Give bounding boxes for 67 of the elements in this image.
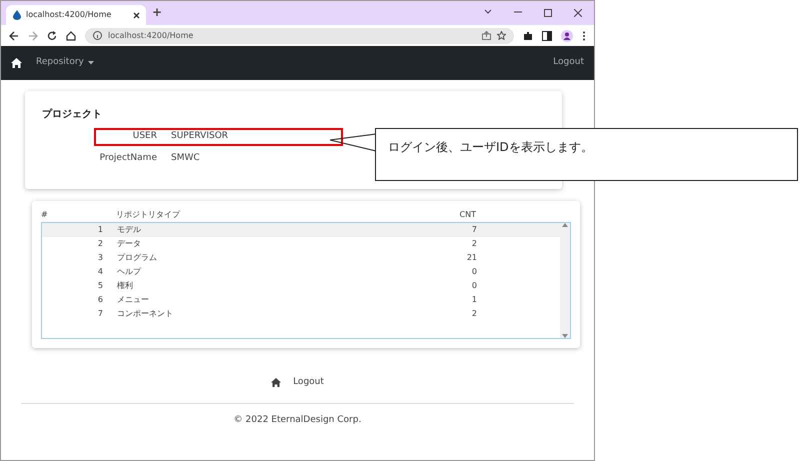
type-cell-text: プログラム <box>117 252 158 264</box>
caret-icon <box>88 61 94 65</box>
copyright-text: © 2022 EternalDesign Corp. <box>232 414 362 426</box>
row-number: 6 <box>96 294 104 306</box>
star-icon[interactable] <box>497 31 506 40</box>
scroll-up-icon[interactable] <box>562 223 568 227</box>
count-cell-text: 0 <box>470 280 477 292</box>
reload-icon[interactable] <box>47 30 57 40</box>
count-cell-text: 21 <box>466 252 477 264</box>
type-cell-text: ヘルプ <box>117 266 142 278</box>
chevron-down-icon[interactable] <box>484 9 492 15</box>
more-icon[interactable] <box>582 30 586 40</box>
site-icon <box>12 10 21 20</box>
browser-tab[interactable]: localhost:4200/Home <box>6 5 146 25</box>
close-icon[interactable] <box>133 12 140 18</box>
table-row[interactable]: 2 データ 2 <box>42 237 560 251</box>
field-value: SMWC <box>171 152 200 166</box>
row-number: 3 <box>96 252 104 264</box>
profile-icon[interactable] <box>561 30 573 42</box>
scroll-down-icon[interactable] <box>562 334 568 338</box>
table-row[interactable]: 6 メニュー 1 <box>42 293 560 307</box>
home-icon[interactable] <box>271 378 282 388</box>
home-icon[interactable] <box>11 58 22 68</box>
sidebar-icon[interactable] <box>542 30 552 40</box>
repository-dropdown[interactable]: Repository <box>36 56 94 70</box>
table-row[interactable]: 3 プログラム 21 <box>42 251 560 265</box>
type-cell-text: メニュー <box>117 294 150 306</box>
type-cell-text: データ <box>117 238 142 250</box>
table-row[interactable]: 5 権利 0 <box>42 279 560 293</box>
table-row[interactable]: 1 モデル 7 <box>42 223 560 237</box>
logout-link[interactable]: Logout <box>553 56 584 70</box>
row-number: 4 <box>96 266 104 278</box>
home-icon[interactable] <box>66 30 76 40</box>
row-number: 2 <box>96 238 104 250</box>
column-header: CNT <box>458 209 476 221</box>
row-number: 1 <box>96 224 104 236</box>
count-cell-text: 1 <box>470 294 477 306</box>
type-cell-text: モデル <box>117 224 142 236</box>
type-cell-text: コンポーネント <box>117 308 174 320</box>
new-tab-button[interactable]: + <box>152 3 162 21</box>
row-number: 5 <box>96 280 104 292</box>
address-bar[interactable]: localhost:4200/Home <box>85 28 514 44</box>
count-cell-text: 2 <box>470 238 477 250</box>
type-cell-text: 権利 <box>117 280 134 292</box>
count-cell-text: 0 <box>470 266 477 278</box>
table-row[interactable]: 7 コンポーネント 2 <box>42 307 560 321</box>
card-title: プロジェクト <box>42 107 103 122</box>
row-number: 7 <box>96 308 104 320</box>
minimize-icon[interactable] <box>514 9 522 15</box>
back-icon[interactable] <box>9 30 19 40</box>
count-cell-text: 2 <box>470 308 477 320</box>
url-text: localhost:4200/Home <box>108 30 194 42</box>
callout-note: ログイン後、ユーザIDを表示します。 <box>375 128 798 181</box>
field-label: ProjectName <box>98 152 158 166</box>
field-label: USER <box>132 130 158 144</box>
close-icon[interactable] <box>574 9 582 17</box>
scrollbar[interactable] <box>560 223 570 338</box>
maximize-icon[interactable] <box>544 9 552 17</box>
field-value: SUPERVISOR <box>171 130 228 144</box>
column-header: # <box>41 209 49 221</box>
footer-logout-link[interactable]: Logout <box>293 376 324 390</box>
info-icon <box>93 31 102 40</box>
tab-title: localhost:4200/Home <box>26 9 112 21</box>
table-row[interactable]: 4 ヘルプ 0 <box>42 265 560 279</box>
share-icon[interactable] <box>482 31 491 40</box>
count-cell-text: 7 <box>470 224 477 236</box>
column-header: リポジトリタイプ <box>116 209 182 221</box>
